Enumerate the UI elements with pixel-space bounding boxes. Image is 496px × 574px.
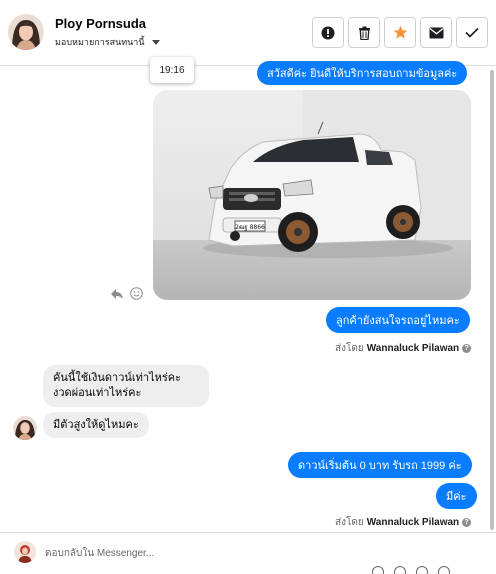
help-icon[interactable]: ? [462, 344, 472, 353]
like-icon[interactable] [438, 566, 450, 574]
mark-unread-button[interactable] [420, 17, 452, 48]
sent-by-agent[interactable]: Wannaluck Pilawan [367, 343, 459, 354]
message-greeting[interactable]: สวัสดีค่ะ ยินดีให้บริการสอบถามข้อมูลค่ะ [257, 61, 468, 85]
messages-scrollbar[interactable] [490, 70, 494, 530]
page-avatar [14, 541, 36, 563]
conversation-window: Ploy Pornsuda มอบหมายการสนทนานี้ สวัสดีค… [0, 0, 496, 574]
message-yes[interactable]: มีค่ะ [436, 483, 477, 509]
message-text: มีค่ะ [446, 491, 467, 503]
mail-icon [429, 27, 443, 38]
react-smiley-icon[interactable] [130, 287, 143, 300]
trash-icon [358, 26, 370, 40]
message-text: ลูกค้ายังสนใจรถอยู่ไหมคะ [336, 315, 460, 327]
emoji-icon[interactable] [372, 566, 384, 574]
chevron-down-icon [151, 39, 160, 45]
delete-button[interactable] [348, 17, 380, 48]
assign-label: มอบหมายการสนทนานี้ [55, 37, 145, 47]
contact-avatar-small[interactable] [13, 416, 37, 440]
reply-input[interactable]: ตอบกลับใน Messenger... [45, 546, 154, 561]
composer-tools [372, 566, 450, 574]
star-button[interactable] [384, 17, 416, 48]
message-text: มีตัวสูงให้ดูไหมคะ [53, 418, 139, 431]
sent-by-prefix: ส่งโดย [335, 517, 364, 528]
timestamp-tooltip: 19:16 [150, 57, 194, 83]
alert-icon [321, 26, 335, 39]
header-actions [312, 17, 488, 48]
message-down-payment[interactable]: ดาวน์เริ่มต้น 0 บาท รับรถ 1999 ค่ะ [288, 452, 472, 478]
gif-icon[interactable] [416, 566, 428, 574]
help-icon[interactable]: ? [462, 518, 472, 527]
star-icon [393, 25, 407, 39]
contact-name[interactable]: Ploy Pornsuda [55, 16, 146, 31]
license-plate: 2ฒฐ 8866 [235, 224, 265, 231]
reply-composer: ตอบกลับใน Messenger... [0, 532, 496, 574]
message-text: คันนี้ใช้เงินดาวน์เท่าไหร่คะงวดผ่อนเท่าไ… [53, 372, 182, 399]
message-actions [110, 287, 143, 300]
mark-done-button[interactable] [456, 17, 488, 48]
conversation-header: Ploy Pornsuda มอบหมายการสนทนานี้ [0, 0, 496, 66]
spam-button[interactable] [312, 17, 344, 48]
message-incoming-price[interactable]: คันนี้ใช้เงินดาวน์เท่าไหร่คะงวดผ่อนเท่าไ… [43, 365, 209, 407]
vehicle-photo[interactable]: 2ฒฐ 8866 [153, 90, 471, 300]
message-incoming-height[interactable]: มีตัวสูงให้ดูไหมคะ [43, 412, 149, 438]
contact-avatar[interactable] [8, 14, 44, 50]
message-ask-interest[interactable]: ลูกค้ายังสนใจรถอยู่ไหมคะ [326, 307, 470, 333]
assign-conversation-dropdown[interactable]: มอบหมายการสนทนานี้ [55, 35, 160, 49]
check-icon [465, 27, 479, 38]
reply-icon[interactable] [110, 288, 124, 300]
sent-by-label-2: ส่งโดย Wannaluck Pilawan ? [335, 515, 472, 530]
sent-by-agent[interactable]: Wannaluck Pilawan [367, 517, 459, 528]
sent-by-label: ส่งโดย Wannaluck Pilawan ? [335, 341, 472, 356]
message-text: ดาวน์เริ่มต้น 0 บาท รับรถ 1999 ค่ะ [298, 460, 462, 472]
message-text: สวัสดีค่ะ ยินดีให้บริการสอบถามข้อมูลค่ะ [267, 68, 458, 80]
attachment-icon[interactable] [394, 566, 406, 574]
sent-by-prefix: ส่งโดย [335, 343, 364, 354]
